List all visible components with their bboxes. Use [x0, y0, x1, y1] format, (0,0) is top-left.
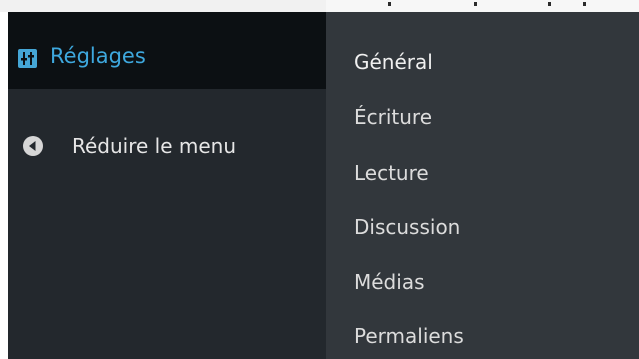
- admin-sidebar-menu: Réglages Réduire le menu: [8, 12, 326, 359]
- submenu-item-discussion[interactable]: Discussion: [354, 213, 460, 241]
- submenu-item-permalinks[interactable]: Permaliens: [354, 322, 464, 350]
- page-content-top-strip: [0, 0, 639, 12]
- page-content-fragment: [583, 2, 586, 6]
- settings-submenu: Général Écriture Lecture Discussion Médi…: [326, 12, 639, 359]
- page-content-fragment: [474, 2, 477, 6]
- submenu-item-writing[interactable]: Écriture: [354, 103, 432, 131]
- page-content-left: [0, 0, 326, 12]
- submenu-item-general[interactable]: Général: [354, 48, 433, 76]
- collapse-menu-button[interactable]: Réduire le menu: [8, 127, 326, 167]
- sidebar-item-settings[interactable]: Réglages: [8, 12, 326, 89]
- sidebar-item-settings-label: Réglages: [50, 44, 146, 68]
- submenu-item-reading[interactable]: Lecture: [354, 159, 429, 187]
- collapse-menu-label: Réduire le menu: [72, 134, 237, 158]
- page-content-fragment: [548, 2, 551, 6]
- settings-sliders-icon: [18, 49, 37, 68]
- collapse-arrow-icon: [23, 136, 43, 156]
- page-content-fragment: [388, 2, 391, 6]
- submenu-item-media[interactable]: Médias: [354, 268, 425, 296]
